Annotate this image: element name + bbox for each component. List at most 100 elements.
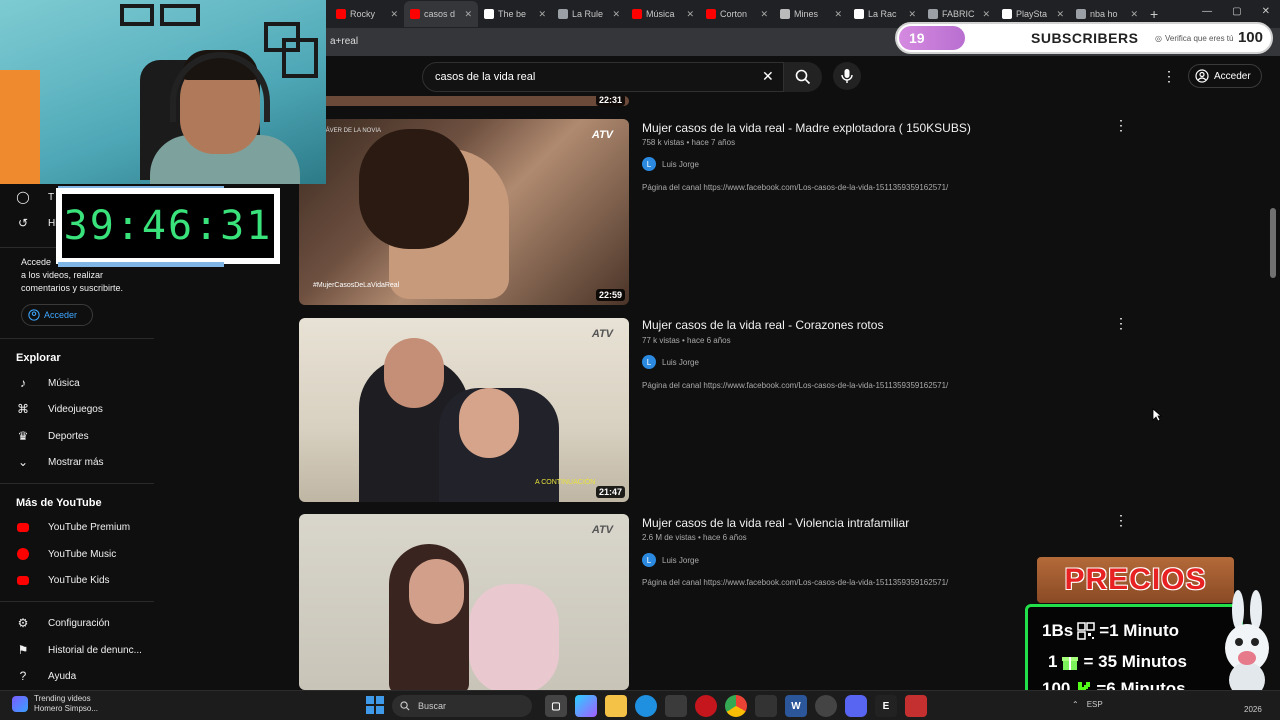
start-button[interactable]: [366, 696, 384, 714]
video-title[interactable]: Mujer casos de la vida real - Madre expl…: [642, 121, 971, 135]
new-tab-button[interactable]: +: [1150, 6, 1158, 22]
copilot-icon[interactable]: [575, 695, 597, 717]
video-thumbnail[interactable]: ATV CADÁVER DE LA NOVIA #MujerCasosDeLaV…: [299, 119, 629, 305]
sidebar-item-sports[interactable]: ♛ Deportes: [16, 429, 89, 443]
minimize-icon[interactable]: —: [1202, 6, 1212, 17]
tab-close-icon[interactable]: ✕: [538, 9, 546, 20]
timer-accent: [58, 262, 224, 267]
windows-taskbar: Trending videos Homero Simpso... Buscar …: [0, 690, 1280, 720]
divider: [0, 338, 154, 339]
opera-icon[interactable]: [695, 695, 717, 717]
tab-close-icon[interactable]: ✕: [760, 9, 768, 20]
taskbar-search-placeholder: Buscar: [418, 701, 447, 711]
signin-button[interactable]: Acceder: [1188, 64, 1262, 88]
explore-heading: Explorar: [16, 352, 61, 364]
browser-tab[interactable]: Mines ✕: [774, 1, 848, 27]
gift-icon: [1062, 657, 1079, 670]
prices-banner: PRECIOS: [1037, 557, 1234, 603]
sidebar-item-help[interactable]: ? Ayuda: [16, 669, 77, 683]
video-menu-icon[interactable]: ⋮: [1114, 117, 1128, 134]
video-title[interactable]: Mujer casos de la vida real - Corazones …: [642, 318, 883, 332]
channel-link[interactable]: L Luis Jorge: [642, 157, 699, 171]
video-menu-icon[interactable]: ⋮: [1114, 315, 1128, 332]
chrome-icon[interactable]: [725, 695, 747, 717]
word-icon[interactable]: W: [785, 695, 807, 717]
tab-close-icon[interactable]: ✕: [908, 9, 916, 20]
voice-search-button[interactable]: [833, 62, 861, 90]
subscriber-count: 19: [899, 26, 965, 50]
clear-search-icon[interactable]: ✕: [762, 68, 774, 85]
sidebar-item-report-history[interactable]: ⚑ Historial de denunc...: [16, 643, 142, 657]
browser-tab[interactable]: Rocky ✕: [330, 1, 404, 27]
tab-close-icon[interactable]: ✕: [982, 9, 990, 20]
game-app-icon[interactable]: [905, 695, 927, 717]
thumbnail-baby: [469, 584, 559, 690]
sidebar-item-youtube-premium[interactable]: YouTube Premium: [16, 520, 130, 534]
browser-tab[interactable]: La Rule ✕: [552, 1, 626, 27]
epic-games-icon[interactable]: E: [875, 695, 897, 717]
video-thumbnail[interactable]: ATV: [299, 514, 629, 690]
browser-tab[interactable]: Música ✕: [626, 1, 700, 27]
tab-close-icon[interactable]: ✕: [834, 9, 842, 20]
tab-close-icon[interactable]: ✕: [1056, 9, 1064, 20]
tab-close-icon[interactable]: ✕: [1130, 9, 1138, 20]
taskbar-search[interactable]: Buscar: [392, 695, 532, 717]
browser-tab[interactable]: casos d ✕: [404, 1, 478, 27]
browser-tab[interactable]: The be ✕: [478, 1, 552, 27]
sidebar-item-music[interactable]: ♪ Música: [16, 376, 80, 390]
tab-close-icon[interactable]: ✕: [464, 9, 472, 20]
scrollbar-thumb[interactable]: [1270, 208, 1276, 278]
sidebar-label: Mostrar más: [48, 456, 104, 468]
task-view-icon[interactable]: ▢: [545, 695, 567, 717]
maximize-icon[interactable]: ▢: [1232, 6, 1241, 17]
prices-title: PRECIOS: [1064, 563, 1207, 596]
sidebar-item-you[interactable]: ◯ T: [16, 190, 54, 204]
sidebar-signin-button[interactable]: Acceder: [21, 304, 93, 326]
youtube-music-icon: [16, 547, 30, 561]
edge-icon[interactable]: [635, 695, 657, 717]
capcut-icon[interactable]: [755, 695, 777, 717]
channel-link[interactable]: L Luis Jorge: [642, 553, 699, 567]
close-window-icon[interactable]: ✕: [1262, 6, 1270, 17]
discord-icon[interactable]: [845, 695, 867, 717]
video-title[interactable]: Mujer casos de la vida real - Violencia …: [642, 516, 909, 530]
language-indicator[interactable]: ESP: [1087, 700, 1103, 709]
signin-label: Acceder: [1214, 70, 1251, 82]
tab-favicon-icon: [780, 9, 790, 19]
news-widget[interactable]: Trending videos Homero Simpso...: [12, 694, 98, 714]
file-explorer-icon[interactable]: [605, 695, 627, 717]
tab-close-icon[interactable]: ✕: [612, 9, 620, 20]
signin-prompt-line1: Accede: [21, 257, 52, 267]
tab-favicon-icon: [484, 9, 494, 19]
search-input[interactable]: casos de la vida real: [422, 62, 784, 92]
help-icon: ?: [19, 669, 27, 683]
tab-label: Corton: [720, 9, 748, 19]
tab-close-icon[interactable]: ✕: [390, 9, 398, 20]
taskbar-clock[interactable]: 2026: [1244, 705, 1262, 714]
search-button[interactable]: [784, 62, 822, 92]
sidebar-item-youtube-music[interactable]: YouTube Music: [16, 547, 116, 561]
video-thumbnail[interactable]: 22:31: [299, 96, 629, 106]
sidebar-item-youtube-kids[interactable]: YouTube Kids: [16, 573, 110, 587]
steam-icon[interactable]: [815, 695, 837, 717]
sidebar-item-gaming[interactable]: ⌘ Videojuegos: [16, 402, 103, 416]
price-amount: 1: [1048, 652, 1058, 671]
tab-favicon-icon: [410, 9, 420, 19]
thumbnail-hair: [359, 129, 469, 249]
signin-prompt-line2: a los videos, realizar: [21, 270, 104, 280]
screen: Rocky ✕ casos d ✕ The be ✕ La Rule ✕ Música ✕ Cort…: [0, 0, 1280, 720]
more-options-icon[interactable]: ⋮: [1162, 68, 1176, 85]
browser-tab[interactable]: Corton ✕: [700, 1, 774, 27]
tab-close-icon[interactable]: ✕: [686, 9, 694, 20]
wall-frame: [282, 38, 318, 78]
video-thumbnail[interactable]: ATV A CONTINUACIÓN 21:47: [299, 318, 629, 502]
sidebar-item-settings[interactable]: ⚙ Configuración: [16, 616, 110, 630]
trophy-icon: ♛: [17, 429, 29, 443]
tab-favicon-icon: [928, 9, 938, 19]
tray-chevron-icon[interactable]: ⌃: [1072, 700, 1079, 709]
channel-link[interactable]: L Luis Jorge: [642, 355, 699, 369]
video-menu-icon[interactable]: ⋮: [1114, 512, 1128, 529]
store-icon[interactable]: [665, 695, 687, 717]
sidebar-item-show-more[interactable]: ⌄ Mostrar más: [16, 455, 104, 469]
divider: [0, 483, 154, 484]
